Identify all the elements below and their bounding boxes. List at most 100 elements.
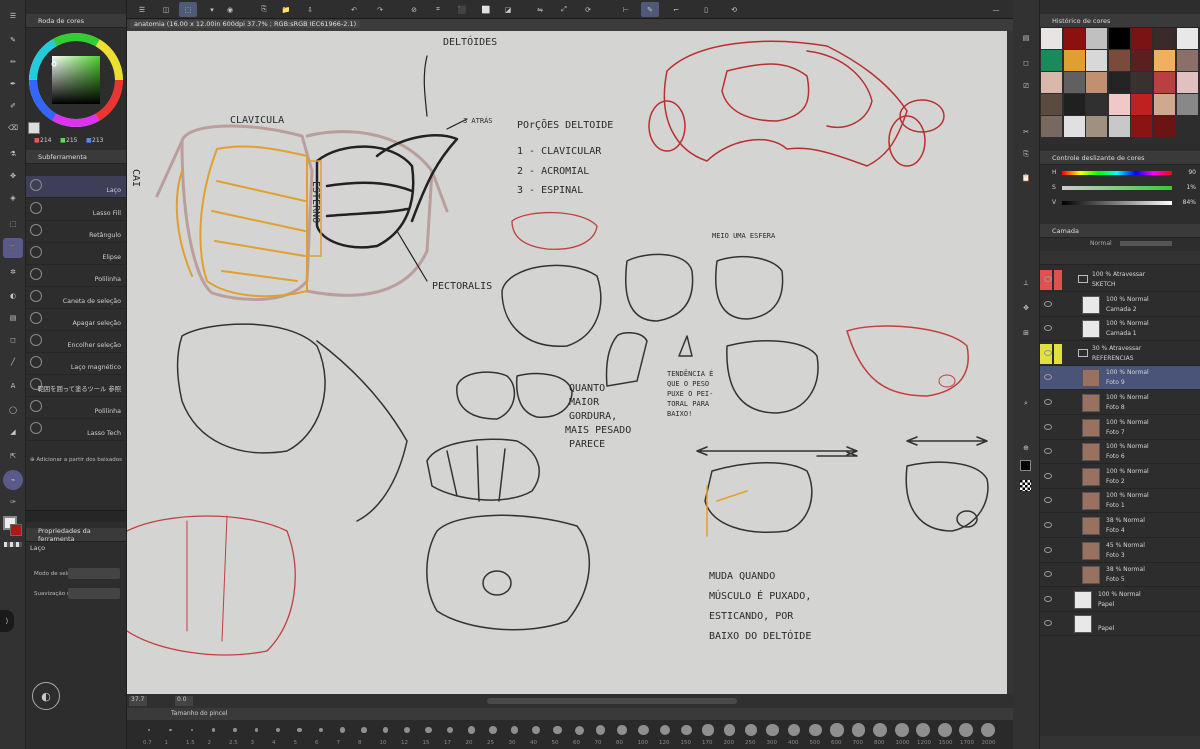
brush-size-dot[interactable] (339, 727, 346, 733)
brush-size-dot[interactable] (702, 724, 714, 736)
history-swatch[interactable] (1154, 116, 1175, 137)
subtool-item[interactable]: Lasso Tech (26, 419, 126, 441)
history-swatch[interactable] (1176, 28, 1198, 49)
text-tool-icon[interactable]: A (3, 376, 23, 396)
layer-row[interactable]: 38 % Normal Foto 5 (1040, 563, 1200, 588)
history-swatch[interactable] (1086, 72, 1108, 93)
layer-row[interactable]: 100 % Atravessar SKETCH (1040, 268, 1200, 292)
blend-tool-icon[interactable]: ⚗ (3, 144, 23, 164)
saturation-slider[interactable] (1062, 186, 1172, 190)
history-swatch[interactable] (1041, 72, 1062, 93)
marker-tool-icon[interactable]: ✐ (3, 96, 23, 116)
brush-size-dot[interactable] (254, 728, 259, 732)
visibility-eye-icon[interactable] (1044, 595, 1052, 602)
brush-size-dot[interactable] (851, 723, 866, 737)
blend-mode-select[interactable]: Normal (1090, 240, 1112, 247)
history-swatch[interactable] (1063, 94, 1085, 115)
subtool-item[interactable]: Laço magnético (26, 353, 126, 375)
select-icon[interactable]: ⬚ (179, 2, 197, 17)
history-swatch[interactable] (1131, 94, 1153, 115)
angle-field[interactable]: 0.0 (175, 696, 193, 706)
brush-size-dot[interactable] (275, 727, 281, 733)
subtool-item[interactable]: Caneta de seleção (26, 287, 126, 309)
subtool-item[interactable]: Lasso Fill (26, 199, 126, 221)
layer-row[interactable]: 30 % Atravessar REFERENCIAS (1040, 342, 1200, 366)
visibility-eye-icon[interactable] (1044, 300, 1052, 307)
history-swatch[interactable] (1131, 72, 1153, 93)
visibility-eye-icon[interactable] (1044, 349, 1052, 356)
add-from-downloads[interactable]: ⊕ Adicionar a partir dos baixados (30, 457, 122, 463)
layer-row[interactable]: 100 % Normal Foto 6 (1040, 440, 1200, 465)
subtool-item[interactable]: Laço (26, 176, 126, 198)
transparent-color-icon[interactable] (4, 542, 22, 547)
layer-row[interactable]: Papel (1040, 612, 1200, 637)
brush-size-dot[interactable] (980, 723, 995, 737)
brush-size-dot[interactable] (894, 723, 909, 737)
history-swatch[interactable] (1108, 28, 1130, 49)
subtool-item[interactable]: Polilinha (26, 397, 126, 419)
history-swatch[interactable] (1108, 72, 1130, 93)
dropdown-icon[interactable]: ▾ (203, 2, 221, 17)
move-tool-icon[interactable]: ✥ (3, 166, 23, 186)
visibility-eye-icon[interactable] (1044, 276, 1052, 282)
copy-icon[interactable]: ⎘ (1017, 146, 1035, 162)
brush-size-dot[interactable] (211, 728, 216, 732)
opacity-slider[interactable] (1120, 241, 1172, 246)
brush-size-dot[interactable] (916, 723, 930, 737)
brush-size-dot[interactable] (937, 723, 952, 737)
eraser-tool-icon[interactable]: ⌫ (3, 118, 23, 138)
history-swatch[interactable] (1154, 94, 1175, 115)
layer-row[interactable]: 100 % Normal Camada 2 (1040, 293, 1200, 317)
save-icon[interactable]: ⇩ (301, 2, 319, 17)
history-swatch[interactable] (1086, 94, 1108, 115)
history-swatch[interactable] (1086, 28, 1108, 49)
history-swatch[interactable] (1063, 116, 1085, 137)
history-swatch[interactable] (1176, 50, 1198, 71)
brush-size-dot[interactable] (489, 726, 497, 734)
minimize-icon[interactable]: — (987, 2, 1005, 17)
document-tab[interactable]: anatomia (16.00 x 12.00in 600dpi 37.7% ;… (127, 19, 1013, 31)
brush-size-dot[interactable] (595, 725, 606, 735)
share-icon[interactable]: ⟲ (725, 2, 743, 17)
invert-icon[interactable]: ◪ (499, 2, 517, 17)
color-wheel[interactable] (28, 32, 124, 128)
cut-icon[interactable]: ✂ (1017, 124, 1035, 140)
visibility-eye-icon[interactable] (1044, 571, 1052, 578)
selection-mode-buttons[interactable] (68, 568, 120, 579)
brush-size-dot[interactable] (766, 723, 779, 737)
horizontal-scrollbar[interactable] (487, 698, 737, 704)
layer-row[interactable]: 100 % Normal Foto 9 (1040, 366, 1200, 391)
history-swatch[interactable] (1108, 116, 1130, 137)
search-icon[interactable]: ⌕ (1017, 395, 1035, 411)
history-swatch[interactable] (1154, 28, 1175, 49)
history-swatch[interactable] (1086, 116, 1108, 137)
brush-size-dot[interactable] (553, 725, 562, 735)
brush-size-dot[interactable] (659, 724, 671, 736)
collapse-left-icon[interactable]: ⟩ (0, 610, 14, 632)
subtool-item[interactable]: Elipse (26, 243, 126, 265)
brush-size-dot[interactable] (233, 728, 237, 732)
brush-size-dot[interactable] (873, 723, 887, 737)
window-icon[interactable]: ◻ (1017, 55, 1035, 71)
figure-icon[interactable]: ◻ (3, 330, 23, 350)
line-icon[interactable]: ╱ (3, 352, 23, 372)
subtool-item[interactable]: 範囲を囲って塗るツール 参照 (26, 375, 126, 397)
checker-icon[interactable] (1020, 480, 1031, 491)
history-swatch[interactable] (1131, 50, 1153, 71)
layer-row[interactable]: 100 % Normal Foto 2 (1040, 465, 1200, 489)
history-swatch[interactable] (1176, 72, 1198, 93)
visibility-eye-icon[interactable] (1044, 448, 1052, 455)
brush-size-dot[interactable] (403, 726, 411, 734)
brush-size-dot[interactable] (723, 724, 736, 736)
clip-studio-logo-icon[interactable]: ◐ (32, 682, 60, 710)
subtool-item[interactable]: Retângulo (26, 221, 126, 243)
deselect-icon[interactable]: ⬜ (477, 2, 495, 17)
sub-color-swatch[interactable] (10, 524, 22, 536)
eyedropper-icon[interactable]: ✑ (3, 492, 23, 512)
zoom-field[interactable]: 37.7 (129, 696, 147, 706)
history-swatch[interactable] (1131, 28, 1153, 49)
brush-size-dot[interactable] (681, 724, 692, 736)
brush-size-dot[interactable] (467, 726, 476, 734)
layer-row[interactable]: 100 % Normal Foto 1 (1040, 489, 1200, 514)
brush-size-dot[interactable] (617, 725, 627, 735)
